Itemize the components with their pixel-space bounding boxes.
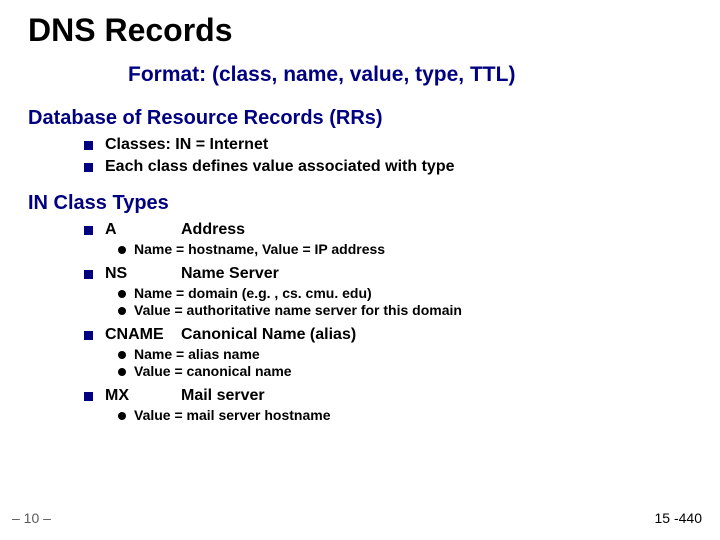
bullet-text: Classes: IN = Internet — [105, 136, 268, 154]
type-entry-cname: CNAME Canonical Name (alias) Name = alia… — [84, 326, 692, 379]
square-bullet-icon — [84, 141, 93, 150]
list-item: Value = authoritative name server for th… — [118, 302, 692, 318]
types-block: A Address Name = hostname, Value = IP ad… — [84, 221, 692, 423]
sub-text: Value = canonical name — [134, 363, 292, 379]
course-number: 15 -440 — [655, 510, 702, 526]
sub-text: Name = alias name — [134, 346, 260, 362]
section1-heading: Database of Resource Records (RRs) — [28, 107, 692, 130]
type-desc: Canonical Name (alias) — [181, 326, 356, 344]
sub-text: Name = domain (e.g. , cs. cmu. edu) — [134, 285, 372, 301]
type-desc: Mail server — [181, 387, 265, 405]
type-row: MX Mail server — [84, 387, 692, 405]
format-line: Format: (class, name, value, type, TTL) — [128, 63, 692, 87]
sub-text: Value = authoritative name server for th… — [134, 302, 462, 318]
type-row: A Address — [84, 221, 692, 239]
square-bullet-icon — [84, 331, 93, 340]
list-item: Name = alias name — [118, 346, 692, 362]
type-entry-a: A Address Name = hostname, Value = IP ad… — [84, 221, 692, 257]
sub-bullets: Name = hostname, Value = IP address — [118, 241, 692, 257]
type-code: A — [105, 221, 181, 239]
sub-bullets: Name = domain (e.g. , cs. cmu. edu) Valu… — [118, 285, 692, 318]
type-row: NS Name Server — [84, 265, 692, 283]
sub-text: Value = mail server hostname — [134, 407, 331, 423]
list-item: Value = canonical name — [118, 363, 692, 379]
type-code: CNAME — [105, 326, 181, 344]
disc-bullet-icon — [118, 246, 126, 254]
list-item: Classes: IN = Internet — [84, 136, 692, 154]
disc-bullet-icon — [118, 412, 126, 420]
list-item: Name = domain (e.g. , cs. cmu. edu) — [118, 285, 692, 301]
disc-bullet-icon — [118, 368, 126, 376]
square-bullet-icon — [84, 226, 93, 235]
bullet-text: Each class defines value associated with… — [105, 158, 454, 176]
list-item: Name = hostname, Value = IP address — [118, 241, 692, 257]
list-item: Value = mail server hostname — [118, 407, 692, 423]
section2-heading: IN Class Types — [28, 192, 692, 215]
sub-bullets: Value = mail server hostname — [118, 407, 692, 423]
sub-bullets: Name = alias name Value = canonical name — [118, 346, 692, 379]
list-item: Each class defines value associated with… — [84, 158, 692, 176]
type-entry-ns: NS Name Server Name = domain (e.g. , cs.… — [84, 265, 692, 318]
disc-bullet-icon — [118, 307, 126, 315]
sub-text: Name = hostname, Value = IP address — [134, 241, 385, 257]
slide-title: DNS Records — [28, 12, 692, 49]
type-desc: Address — [181, 221, 245, 239]
square-bullet-icon — [84, 163, 93, 172]
square-bullet-icon — [84, 270, 93, 279]
type-code: MX — [105, 387, 181, 405]
type-desc: Name Server — [181, 265, 279, 283]
section1-bullets: Classes: IN = Internet Each class define… — [84, 136, 692, 176]
page-number: – 10 – — [12, 510, 51, 526]
disc-bullet-icon — [118, 290, 126, 298]
type-entry-mx: MX Mail server Value = mail server hostn… — [84, 387, 692, 423]
slide-content: DNS Records Format: (class, name, value,… — [0, 0, 720, 423]
square-bullet-icon — [84, 392, 93, 401]
type-code: NS — [105, 265, 181, 283]
type-row: CNAME Canonical Name (alias) — [84, 326, 692, 344]
disc-bullet-icon — [118, 351, 126, 359]
